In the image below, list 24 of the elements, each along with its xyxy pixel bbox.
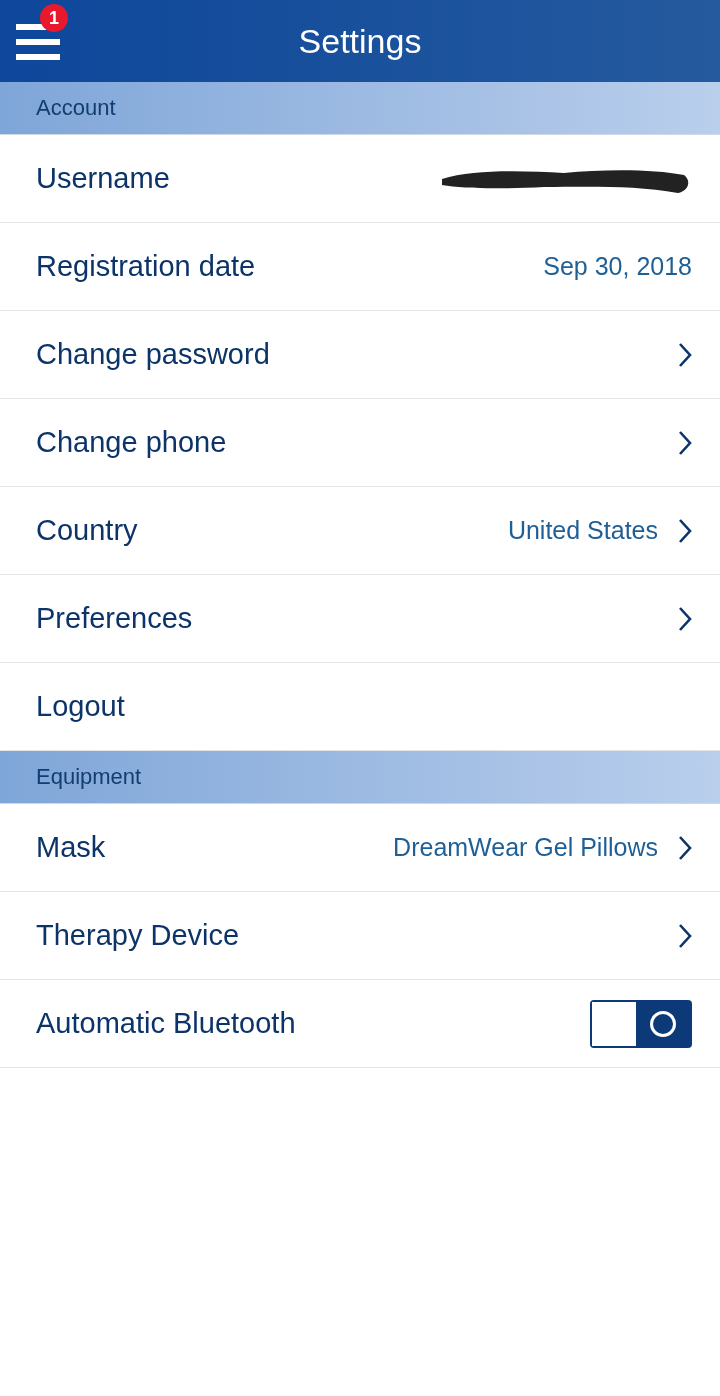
- setting-label: Change password: [36, 338, 271, 371]
- section-title: Equipment: [36, 764, 142, 790]
- setting-value: DreamWear Gel Pillows: [393, 833, 658, 862]
- setting-label: Automatic Bluetooth: [36, 1007, 297, 1040]
- chevron-right-icon: [678, 605, 692, 632]
- setting-label: Therapy Device: [36, 919, 241, 952]
- toggle-switch[interactable]: [590, 999, 692, 1048]
- setting-label: Country: [36, 514, 139, 547]
- chevron-right-icon: [678, 341, 692, 368]
- chevron-right-icon: [678, 517, 692, 544]
- setting-value: Sep 30, 2018: [543, 252, 692, 281]
- chevron-right-icon: [678, 429, 692, 456]
- section-title: Account: [36, 95, 116, 121]
- setting-label: Preferences: [36, 602, 194, 635]
- setting-value: United States: [507, 516, 658, 545]
- page-title: Settings: [298, 21, 422, 61]
- setting-label: Logout: [36, 690, 126, 723]
- chevron-right-icon: [678, 834, 692, 861]
- setting-label: Change phone: [36, 426, 228, 459]
- notification-badge: 1: [40, 4, 68, 32]
- setting-label: Registration date: [36, 250, 257, 283]
- setting-label: Username: [36, 162, 171, 195]
- setting-label: Mask: [36, 831, 107, 864]
- chevron-right-icon: [678, 922, 692, 949]
